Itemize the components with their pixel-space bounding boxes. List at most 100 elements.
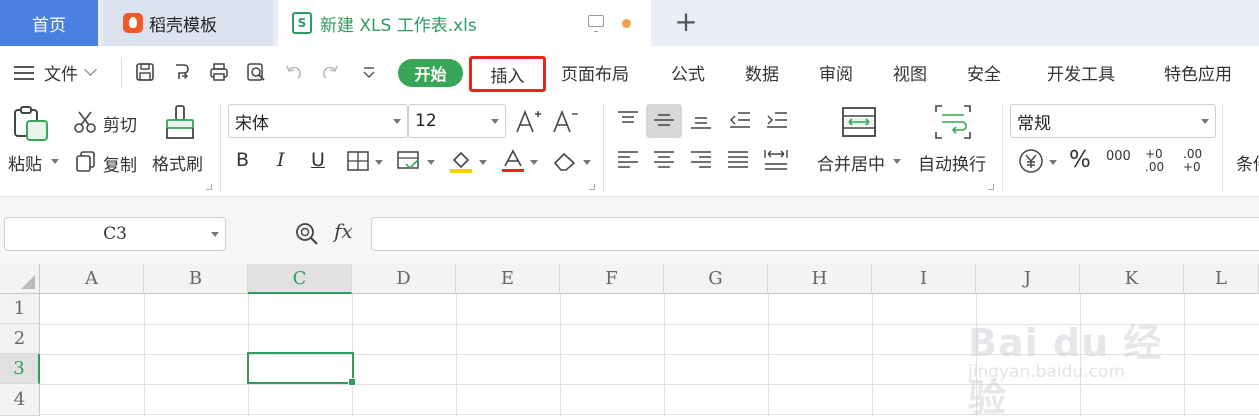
select-all-corner[interactable] <box>0 264 40 294</box>
borders-icon[interactable] <box>346 150 370 172</box>
row-header[interactable]: 4 <box>0 384 40 416</box>
print-preview-icon[interactable] <box>246 62 266 82</box>
chevron-down-icon[interactable] <box>375 160 383 165</box>
column-header[interactable]: L <box>1184 264 1259 294</box>
copy-button[interactable]: 复制 <box>103 151 137 176</box>
conditional-format-button[interactable]: 条件 <box>1236 150 1259 175</box>
column-header[interactable]: E <box>456 264 560 294</box>
percent-style-button[interactable]: % <box>1069 147 1091 173</box>
column-header[interactable]: B <box>144 264 248 294</box>
decrease-indent-icon[interactable] <box>728 110 752 130</box>
wrap-text-icon[interactable] <box>934 104 972 140</box>
tab-special-apps[interactable]: 特色应用 <box>1164 46 1232 98</box>
paste-button[interactable]: 粘贴 <box>8 150 42 175</box>
decrease-decimal-button[interactable]: .00 +0 <box>1183 148 1213 174</box>
merge-center-icon[interactable] <box>841 104 877 140</box>
currency-yuan-icon[interactable] <box>1018 148 1044 174</box>
formula-input[interactable] <box>371 217 1259 251</box>
column-header[interactable]: F <box>560 264 664 294</box>
file-menu[interactable]: 文件 <box>44 46 97 98</box>
decrease-font-size-icon[interactable] <box>552 108 580 134</box>
tab-insert[interactable]: 插入 <box>469 56 546 92</box>
column-header[interactable]: K <box>1080 264 1184 294</box>
merge-center-button[interactable]: 合并居中 <box>817 150 885 175</box>
format-painter-icon <box>166 105 194 139</box>
align-left-icon[interactable] <box>616 150 640 170</box>
fill-color-icon[interactable] <box>448 148 474 174</box>
alignment-dialog-launcher-icon[interactable] <box>988 184 994 190</box>
tab-current-file[interactable]: S 新建 XLS 工作表.xls <box>278 0 651 46</box>
font-size-select[interactable]: 12 <box>408 104 506 138</box>
column-header[interactable]: J <box>976 264 1080 294</box>
chevron-down-icon[interactable] <box>893 159 901 164</box>
new-tab-plus-icon[interactable]: + <box>672 8 700 36</box>
export-icon[interactable] <box>172 62 192 82</box>
row-header-label: 3 <box>13 358 25 379</box>
paste-icon[interactable] <box>12 106 50 142</box>
zoom-search-icon[interactable] <box>294 221 320 247</box>
format-painter-button[interactable]: 格式刷 <box>152 150 203 175</box>
cell-style-icon[interactable] <box>396 150 422 172</box>
number-format-select[interactable]: 常规 <box>1010 104 1216 138</box>
column-header[interactable]: D <box>352 264 456 294</box>
column-header[interactable]: A <box>40 264 144 294</box>
tab-formulas[interactable]: 公式 <box>671 46 705 98</box>
column-header-label: G <box>708 268 723 289</box>
undo-icon[interactable] <box>284 62 304 82</box>
italic-button[interactable]: I <box>277 149 285 171</box>
tab-data[interactable]: 数据 <box>745 46 779 98</box>
increase-decimal-button[interactable]: +0 .00 <box>1145 148 1175 174</box>
align-bottom-icon[interactable] <box>689 110 713 130</box>
redo-icon[interactable] <box>320 62 340 82</box>
bold-button[interactable]: B <box>236 149 249 171</box>
chevron-down-icon[interactable] <box>530 160 538 165</box>
insert-function-button[interactable]: fx <box>334 219 353 243</box>
tab-home[interactable]: 首页 <box>0 0 98 46</box>
tab-security[interactable]: 安全 <box>967 46 1001 98</box>
chevron-down-icon[interactable] <box>427 160 435 165</box>
print-icon[interactable] <box>209 62 229 82</box>
eraser-icon[interactable] <box>552 150 578 172</box>
align-top-icon[interactable] <box>616 110 640 130</box>
tab-view[interactable]: 视图 <box>893 46 927 98</box>
customize-quick-access-icon[interactable] <box>359 62 379 82</box>
column-header[interactable]: G <box>664 264 768 294</box>
thousands-separator-button[interactable]: 000 <box>1106 150 1131 163</box>
row-header-active[interactable]: 3 <box>0 354 40 384</box>
column-header-label: B <box>188 268 203 289</box>
selected-cell-c3[interactable] <box>247 352 356 386</box>
row-header[interactable]: 1 <box>0 294 40 324</box>
chevron-down-icon[interactable] <box>583 160 591 165</box>
tab-security-label: 安全 <box>967 64 1001 85</box>
align-middle-icon[interactable] <box>652 110 676 130</box>
row-header[interactable]: 2 <box>0 324 40 354</box>
font-dialog-launcher-icon[interactable] <box>589 184 595 190</box>
paste-dropdown-icon[interactable] <box>51 159 59 164</box>
font-name-select[interactable]: 宋体 <box>228 104 408 138</box>
column-header-active[interactable]: C <box>248 264 352 294</box>
clipboard-dialog-launcher-icon[interactable] <box>206 184 212 190</box>
column-header[interactable]: H <box>768 264 872 294</box>
justify-icon[interactable] <box>726 150 750 170</box>
name-box[interactable]: C3 <box>4 217 226 251</box>
tab-page-layout[interactable]: 页面布局 <box>561 46 629 98</box>
tab-docer-template[interactable]: 稻壳模板 <box>103 0 273 46</box>
wrap-text-button[interactable]: 自动换行 <box>918 150 986 175</box>
tab-review[interactable]: 审阅 <box>819 46 853 98</box>
align-right-icon[interactable] <box>689 150 713 170</box>
align-center-icon[interactable] <box>652 150 676 170</box>
font-color-icon[interactable] <box>500 148 526 174</box>
increase-indent-icon[interactable] <box>765 110 789 130</box>
hamburger-menu-icon[interactable] <box>14 66 34 80</box>
save-icon[interactable] <box>135 62 155 82</box>
increase-font-size-icon[interactable] <box>515 108 543 134</box>
column-header[interactable]: I <box>872 264 976 294</box>
chevron-down-icon[interactable] <box>479 160 487 165</box>
chevron-down-icon[interactable] <box>1049 160 1057 165</box>
tab-start[interactable]: 开始 <box>398 59 463 87</box>
underline-button[interactable]: U <box>311 149 325 171</box>
monitor-icon[interactable] <box>588 15 604 32</box>
distributed-align-icon[interactable] <box>763 148 789 172</box>
tab-developer[interactable]: 开发工具 <box>1047 46 1115 98</box>
cut-button[interactable]: 剪切 <box>103 111 137 136</box>
